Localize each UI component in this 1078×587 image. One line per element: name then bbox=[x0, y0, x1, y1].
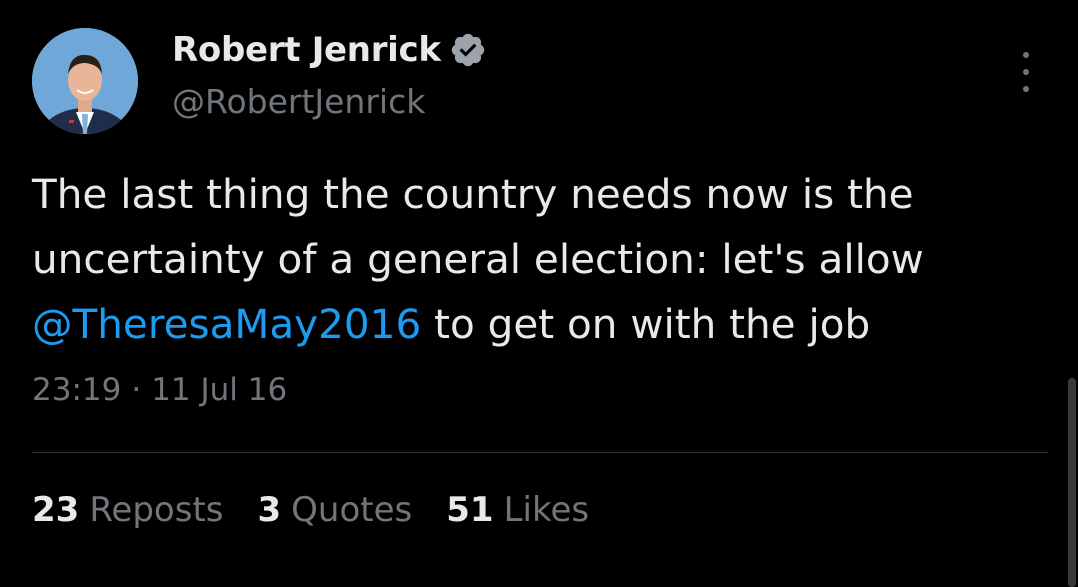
tweet-time: 23:19 bbox=[32, 372, 122, 408]
tweet-text-part1: The last thing the country needs now is … bbox=[32, 170, 924, 283]
more-dot bbox=[1023, 52, 1029, 58]
reposts-label: Reposts bbox=[89, 490, 224, 530]
reposts-stat[interactable]: 23 Reposts bbox=[32, 490, 224, 530]
reposts-count: 23 bbox=[32, 490, 80, 530]
timestamp-separator: · bbox=[131, 372, 142, 408]
likes-count: 51 bbox=[446, 490, 494, 530]
quotes-stat[interactable]: 3 Quotes bbox=[258, 490, 413, 530]
more-options-icon[interactable] bbox=[1018, 52, 1034, 92]
mention-link[interactable]: @TheresaMay2016 bbox=[32, 300, 421, 348]
tweet-text: The last thing the country needs now is … bbox=[32, 162, 1042, 357]
tweet-date: 11 Jul 16 bbox=[151, 372, 288, 408]
avatar-photo bbox=[32, 28, 138, 134]
likes-stat[interactable]: 51 Likes bbox=[446, 490, 589, 530]
author-handle[interactable]: @RobertJenrick bbox=[172, 82, 425, 121]
tweet-text-part2: to get on with the job bbox=[421, 300, 871, 348]
more-dot bbox=[1023, 86, 1029, 92]
timestamp[interactable]: 23:19 · 11 Jul 16 bbox=[32, 372, 287, 408]
verified-badge-icon bbox=[451, 33, 484, 67]
avatar[interactable] bbox=[32, 28, 138, 134]
author-display-name[interactable]: Robert Jenrick bbox=[172, 30, 441, 70]
author-name-row: Robert Jenrick bbox=[172, 30, 487, 70]
divider bbox=[32, 452, 1048, 453]
more-dot bbox=[1023, 69, 1029, 75]
engagement-stats: 23 Reposts 3 Quotes 51 Likes bbox=[32, 490, 589, 530]
quotes-label: Quotes bbox=[291, 490, 413, 530]
likes-label: Likes bbox=[503, 490, 590, 530]
scrollbar[interactable] bbox=[1068, 378, 1076, 587]
quotes-count: 3 bbox=[257, 490, 282, 530]
